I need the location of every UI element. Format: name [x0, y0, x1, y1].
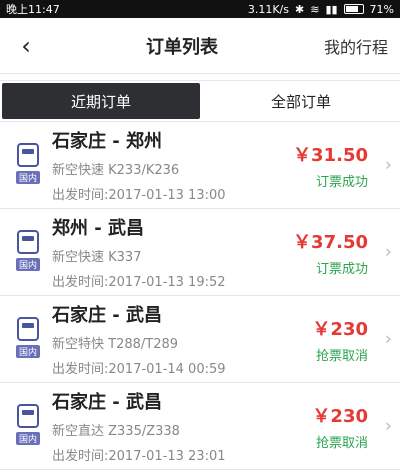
- order-route: 郑州 - 武昌: [52, 218, 145, 239]
- order-info: 石家庄 - 武昌 新空特快 T288/T289 出发时间:2017-01-14 …: [52, 301, 268, 377]
- chevron-right-icon: ›: [384, 415, 392, 437]
- train-icon: 国内: [10, 230, 46, 274]
- status-time: 晚上11:47: [6, 3, 60, 16]
- order-route: 石家庄 - 武昌: [52, 305, 163, 326]
- chevron-right-icon: ›: [384, 328, 392, 350]
- order-info: 石家庄 - 武昌 新空直达 Z335/Z338 出发时间:2017-01-13 …: [52, 388, 268, 464]
- order-item[interactable]: 国内 石家庄 - 郑州 新空快速 K233/K236 出发时间:2017-01-…: [0, 122, 400, 209]
- order-item[interactable]: 国内 石家庄 - 武昌 新空直达 Z335/Z338 出发时间:2017-01-…: [0, 383, 400, 470]
- status-bar: 晚上11:47 3.11K/s ✱ ≋ ▮▮ 71%: [0, 0, 400, 18]
- back-arrow-icon: ‹: [21, 31, 31, 60]
- order-info: 石家庄 - 郑州 新空快速 K233/K236 出发时间:2017-01-13 …: [52, 127, 268, 203]
- train-icon: 国内: [10, 317, 46, 361]
- order-status: 订票成功: [315, 261, 368, 277]
- departure-time: 出发时间:2017-01-13 19:52: [52, 275, 226, 290]
- train-icon: 国内: [10, 404, 46, 448]
- order-route: 石家庄 - 武昌: [52, 392, 163, 413]
- train-icon: 国内: [10, 143, 46, 187]
- order-price: ￥31.50: [293, 144, 368, 166]
- order-item[interactable]: 国内 郑州 - 武昌 新空快速 K337 出发时间:2017-01-13 19:…: [0, 209, 400, 296]
- order-status: 抢票取消: [315, 435, 368, 451]
- order-status: 订票成功: [315, 174, 368, 190]
- departure-time: 出发时间:2017-01-13 23:01: [52, 449, 226, 464]
- order-price: ￥230: [312, 405, 368, 427]
- chevron-right-icon: ›: [384, 154, 392, 176]
- bluetooth-icon: ✱: [295, 2, 305, 16]
- departure-time: 出发时间:2017-01-14 00:59: [52, 362, 226, 377]
- order-price: ￥37.50: [293, 231, 368, 253]
- order-list: 国内 石家庄 - 郑州 新空快速 K233/K236 出发时间:2017-01-…: [0, 122, 400, 470]
- wifi-icon: ≋: [310, 2, 320, 16]
- order-status: 抢票取消: [315, 348, 368, 364]
- back-button[interactable]: ‹: [12, 32, 40, 60]
- order-right: ￥37.50 订票成功: [268, 228, 368, 277]
- chevron-right-icon: ›: [384, 241, 392, 263]
- domestic-badge: 国内: [15, 432, 40, 445]
- order-right: ￥31.50 订票成功: [268, 141, 368, 190]
- my-trip-link[interactable]: 我的行程: [324, 34, 388, 58]
- tab-recent-orders[interactable]: 近期订单: [2, 83, 200, 119]
- status-right: 3.11K/s ✱ ≋ ▮▮ 71%: [248, 3, 394, 16]
- signal-icon: ▮▮: [325, 2, 338, 16]
- train-number: 新空特快 T288/T289: [52, 337, 179, 352]
- departure-time: 出发时间:2017-01-13 13:00: [52, 188, 226, 203]
- train-number: 新空快速 K233/K236: [52, 163, 180, 178]
- header: ‹ 订单列表 我的行程: [0, 18, 400, 74]
- tab-all-orders[interactable]: 全部订单: [202, 81, 400, 121]
- domestic-badge: 国内: [15, 258, 40, 271]
- order-right: ￥230 抢票取消: [268, 402, 368, 451]
- order-right: ￥230 抢票取消: [268, 315, 368, 364]
- train-number: 新空快速 K337: [52, 250, 142, 265]
- battery-icon: [343, 4, 364, 14]
- battery-text: 71%: [369, 2, 394, 16]
- network-speed: 3.11K/s: [247, 2, 289, 16]
- domestic-badge: 国内: [15, 345, 40, 358]
- order-price: ￥230: [312, 318, 368, 340]
- domestic-badge: 国内: [15, 171, 40, 184]
- order-info: 郑州 - 武昌 新空快速 K337 出发时间:2017-01-13 19:52: [52, 214, 268, 290]
- train-number: 新空直达 Z335/Z338: [52, 424, 180, 439]
- order-item[interactable]: 国内 石家庄 - 武昌 新空特快 T288/T289 出发时间:2017-01-…: [0, 296, 400, 383]
- order-route: 石家庄 - 郑州: [52, 131, 163, 152]
- order-tabs: 近期订单 全部订单: [0, 80, 400, 122]
- page-title: 订单列表: [145, 36, 218, 58]
